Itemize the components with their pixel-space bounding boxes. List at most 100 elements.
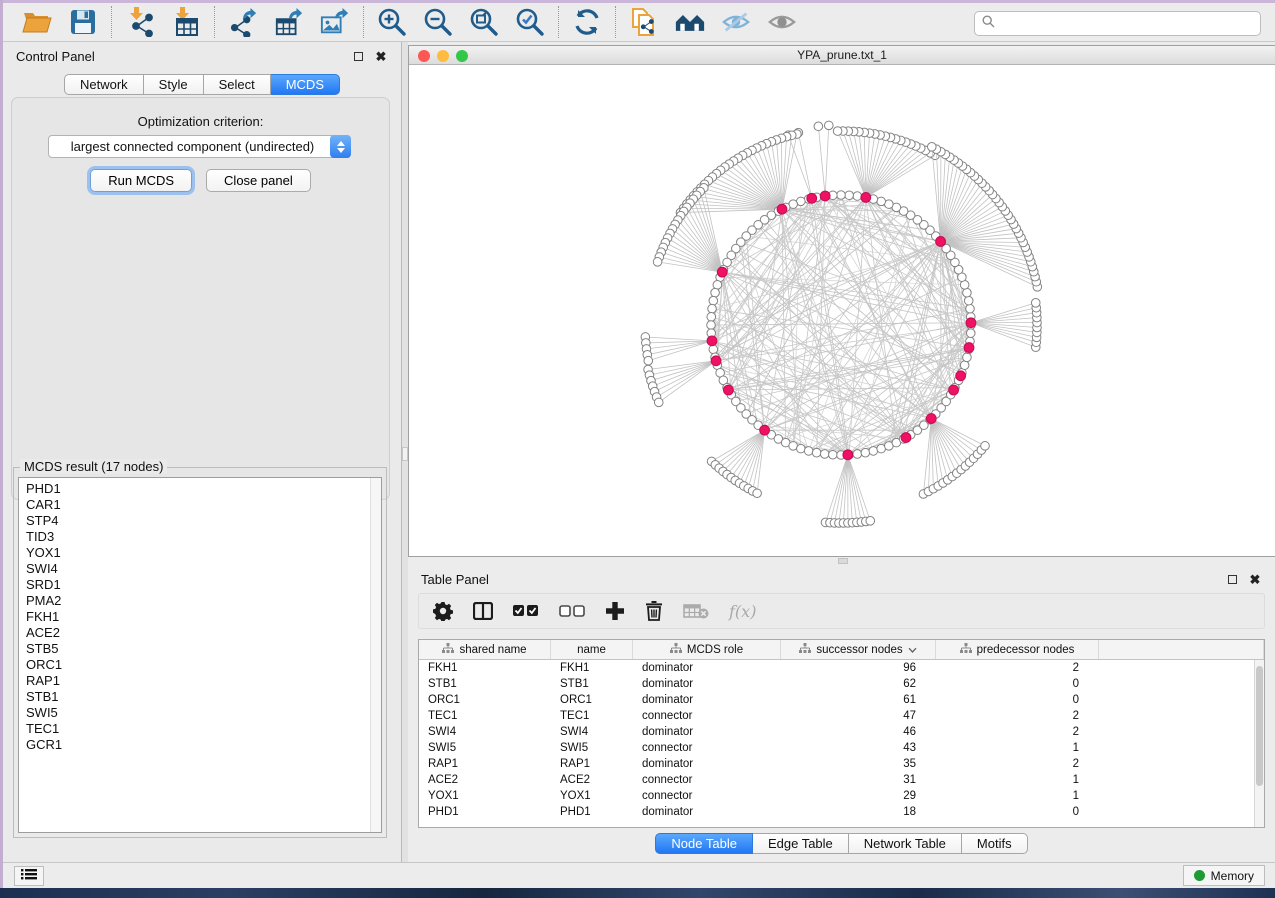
apply-layout-icon[interactable] — [572, 7, 602, 37]
run-mcds-button[interactable]: Run MCDS — [90, 169, 192, 192]
column-header-name[interactable]: name — [551, 640, 633, 659]
hide-selected-icon[interactable] — [721, 7, 751, 37]
first-neighbors-icon[interactable] — [675, 7, 705, 37]
delete-icon[interactable] — [645, 599, 663, 623]
result-node-item[interactable]: PHD1 — [26, 481, 381, 497]
show-all-icon[interactable] — [767, 7, 797, 37]
close-table-panel-icon[interactable]: ✖ — [1248, 572, 1262, 586]
task-history-button[interactable] — [14, 866, 44, 886]
column-header-MCDS-role[interactable]: MCDS role — [633, 640, 781, 659]
table-header-row: shared namenameMCDS rolesuccessor nodesp… — [419, 640, 1264, 660]
export-image-icon[interactable] — [320, 7, 350, 37]
network-from-selection-icon[interactable] — [629, 7, 659, 37]
network-canvas[interactable] — [409, 66, 1275, 556]
cell-successor_nodes: 31 — [781, 774, 936, 786]
search-box[interactable] — [974, 11, 1261, 36]
result-node-item[interactable]: SRD1 — [26, 577, 381, 593]
zoom-selected-icon[interactable] — [515, 7, 545, 37]
close-panel-button[interactable]: Close panel — [206, 169, 311, 192]
zoom-in-icon[interactable] — [377, 7, 407, 37]
import-network-icon[interactable] — [125, 7, 155, 37]
mcds-result-list[interactable]: PHD1CAR1STP4TID3YOX1SWI4SRD1PMA2FKH1ACE2… — [18, 477, 382, 833]
result-node-item[interactable]: STB1 — [26, 689, 381, 705]
result-node-item[interactable]: ORC1 — [26, 657, 381, 673]
cell-name: ORC1 — [551, 694, 633, 706]
table-row[interactable]: YOX1YOX1connector291 — [419, 788, 1254, 804]
window-minimize-icon[interactable] — [437, 50, 449, 62]
tab-network[interactable]: Network — [64, 74, 144, 95]
table-row[interactable]: RAP1RAP1dominator352 — [419, 756, 1254, 772]
search-input[interactable] — [1000, 16, 1253, 32]
zoom-fit-icon[interactable] — [469, 7, 499, 37]
column-header-predecessor-nodes[interactable]: predecessor nodes — [936, 640, 1099, 659]
optimization-criterion-dropdown[interactable]: largest connected component (undirected) — [48, 135, 351, 158]
table-row[interactable]: SWI5SWI5connector431 — [419, 740, 1254, 756]
result-node-item[interactable]: FKH1 — [26, 609, 381, 625]
table-body: FKH1FKH1dominator962STB1STB1dominator620… — [419, 660, 1254, 827]
column-header-shared-name[interactable]: shared name — [419, 640, 551, 659]
node-table[interactable]: shared namenameMCDS rolesuccessor nodesp… — [418, 639, 1265, 828]
tab-select[interactable]: Select — [204, 74, 271, 95]
export-network-icon[interactable] — [228, 7, 258, 37]
cell-name: YOX1 — [551, 790, 633, 802]
table-tab-edge-table[interactable]: Edge Table — [753, 833, 849, 854]
zoom-out-icon[interactable] — [423, 7, 453, 37]
deselect-all-icon[interactable] — [559, 599, 585, 623]
table-scrollbar-thumb[interactable] — [1256, 666, 1263, 786]
result-node-item[interactable]: SWI4 — [26, 561, 381, 577]
open-file-icon[interactable] — [22, 7, 52, 37]
window-maximize-icon[interactable] — [456, 50, 468, 62]
result-node-item[interactable]: PMA2 — [26, 593, 381, 609]
import-table-icon[interactable] — [171, 7, 201, 37]
tab-mcds[interactable]: MCDS — [271, 74, 340, 95]
table-tab-node-table[interactable]: Node Table — [655, 833, 753, 854]
result-node-item[interactable]: STB5 — [26, 641, 381, 657]
gear-icon[interactable] — [433, 599, 453, 623]
table-tab-network-table[interactable]: Network Table — [849, 833, 962, 854]
table-row[interactable]: ACE2ACE2connector311 — [419, 772, 1254, 788]
table-scrollbar[interactable] — [1254, 660, 1264, 827]
float-table-panel-icon[interactable] — [1225, 572, 1239, 586]
tab-style[interactable]: Style — [144, 74, 204, 95]
result-node-item[interactable]: TID3 — [26, 529, 381, 545]
table-row[interactable]: ORC1ORC1dominator610 — [419, 692, 1254, 708]
table-row[interactable]: PHD1PHD1dominator180 — [419, 804, 1254, 820]
network-canvas-svg — [409, 66, 1275, 558]
cell-name: RAP1 — [551, 758, 633, 770]
result-node-item[interactable]: CAR1 — [26, 497, 381, 513]
status-bar: Memory — [3, 862, 1275, 888]
add-icon[interactable] — [605, 599, 625, 623]
result-node-item[interactable]: ACE2 — [26, 625, 381, 641]
result-list-scrollbar[interactable] — [370, 478, 381, 832]
table-tab-motifs[interactable]: Motifs — [962, 833, 1028, 854]
select-all-icon[interactable] — [513, 599, 539, 623]
float-panel-icon[interactable] — [351, 49, 365, 63]
window-close-icon[interactable] — [418, 50, 430, 62]
result-node-item[interactable]: RAP1 — [26, 673, 381, 689]
column-header-successor-nodes[interactable]: successor nodes — [781, 640, 936, 659]
network-window-titlebar[interactable]: YPA_prune.txt_1 — [409, 46, 1275, 65]
result-node-item[interactable]: SWI5 — [26, 705, 381, 721]
result-node-item[interactable]: TEC1 — [26, 721, 381, 737]
cell-mcds_role: dominator — [633, 806, 781, 818]
close-panel-icon[interactable]: ✖ — [374, 49, 388, 63]
cell-shared_name: RAP1 — [419, 758, 551, 770]
delete-table-icon — [683, 599, 709, 623]
table-panel-title: Table Panel — [421, 572, 489, 587]
table-row[interactable]: TEC1TEC1connector472 — [419, 708, 1254, 724]
result-node-item[interactable]: STP4 — [26, 513, 381, 529]
table-row[interactable]: FKH1FKH1dominator962 — [419, 660, 1254, 676]
cell-successor_nodes: 18 — [781, 806, 936, 818]
export-table-icon[interactable] — [274, 7, 304, 37]
horizontal-divider-grip[interactable] — [838, 558, 848, 564]
save-session-icon[interactable] — [68, 7, 98, 37]
result-node-item[interactable]: YOX1 — [26, 545, 381, 561]
table-row[interactable]: SWI4SWI4dominator462 — [419, 724, 1254, 740]
table-row[interactable]: STB1STB1dominator620 — [419, 676, 1254, 692]
network-column-icon — [442, 643, 454, 657]
result-node-item[interactable]: GCR1 — [26, 737, 381, 753]
columns-icon[interactable] — [473, 599, 493, 623]
memory-button[interactable]: Memory — [1183, 865, 1265, 886]
network-view-window: YPA_prune.txt_1 — [408, 45, 1275, 557]
network-window-title: YPA_prune.txt_1 — [409, 48, 1275, 62]
